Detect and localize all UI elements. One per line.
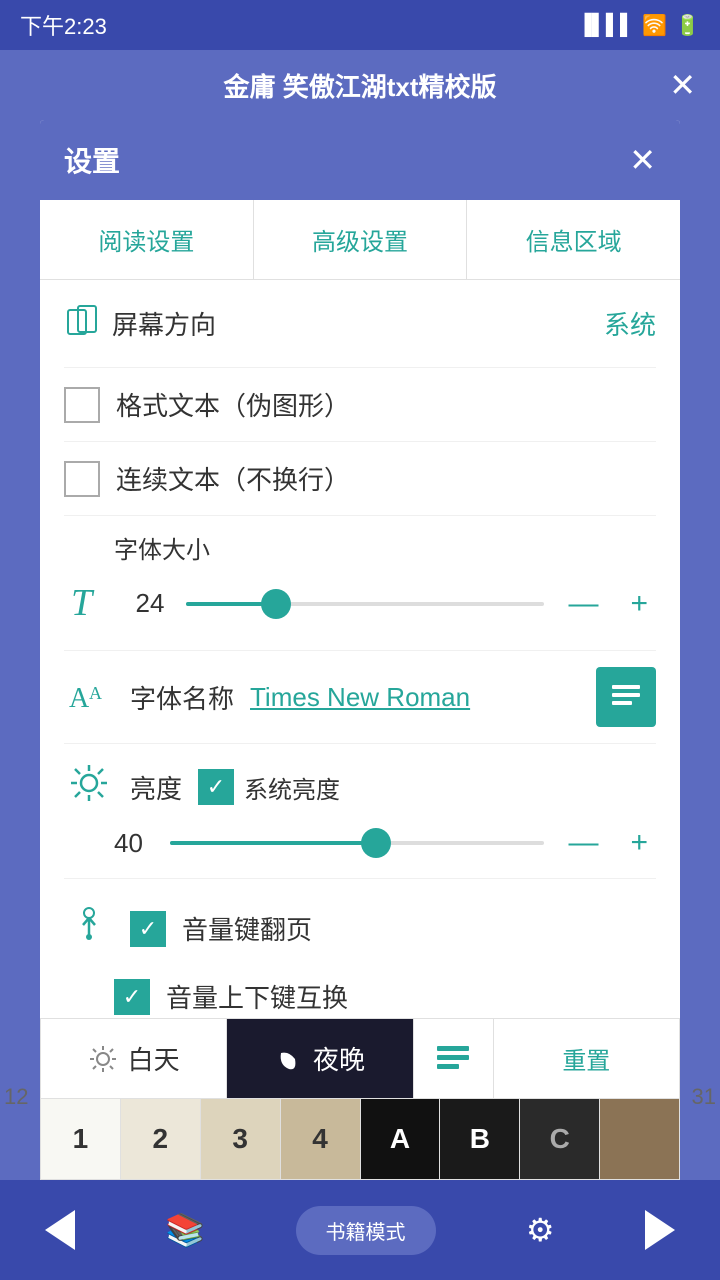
swatch-4[interactable]: 4: [281, 1099, 361, 1179]
font-name-icon: A A: [64, 671, 114, 724]
font-size-section-label: 字体大小: [64, 530, 656, 573]
svg-text:A: A: [89, 683, 102, 703]
next-arrow-icon: [645, 1210, 675, 1250]
svg-text:T: T: [71, 582, 95, 619]
nav-prev-button[interactable]: [45, 1210, 75, 1250]
day-label: 白天: [128, 1040, 180, 1077]
swatch-c[interactable]: C: [520, 1099, 600, 1179]
nav-settings-button[interactable]: ⚙: [526, 1211, 555, 1249]
night-mode-button[interactable]: 夜晚: [227, 1019, 413, 1098]
volume-section: 音量键翻页 音量上下键互换: [64, 879, 656, 1040]
brightness-row: 40 — +: [64, 820, 656, 878]
bookshelf-icon: 📚: [165, 1211, 205, 1249]
brightness-checkbox-group: 系统亮度: [198, 769, 340, 805]
screen-orientation-row: 屏幕方向 系统: [64, 280, 656, 368]
font-list-button[interactable]: [596, 667, 656, 727]
settings-content: 屏幕方向 系统 格式文本（伪图形） 连续文本（不换行） 字体大小 T 24: [40, 280, 680, 1113]
brightness-header: 亮度 系统亮度: [64, 744, 656, 820]
swatch-b[interactable]: B: [440, 1099, 520, 1179]
title-close-button[interactable]: ✕: [669, 66, 696, 104]
panel-title: 设置: [64, 140, 120, 180]
system-brightness-label: 系统亮度: [244, 770, 340, 805]
font-name-label: 字体名称: [130, 679, 234, 716]
tab-advanced[interactable]: 高级设置: [254, 200, 468, 279]
brightness-decrease-button[interactable]: —: [560, 826, 606, 860]
font-name-row: A A 字体名称 Times New Roman: [64, 651, 656, 744]
font-size-value: 24: [130, 588, 170, 619]
tab-info[interactable]: 信息区域: [467, 200, 680, 279]
font-size-slider[interactable]: [186, 600, 544, 608]
nav-bookshelf-button[interactable]: 📚: [165, 1211, 205, 1249]
swatch-1[interactable]: 1: [41, 1099, 121, 1179]
format-text-label: 格式文本（伪图形）: [116, 386, 350, 423]
page-number-right: 31: [692, 1084, 716, 1110]
night-label: 夜晚: [313, 1040, 365, 1077]
wifi-icon: 🛜: [642, 13, 667, 38]
swatch-a[interactable]: A: [361, 1099, 441, 1179]
brightness-section: 亮度 系统亮度 40 — +: [64, 744, 656, 879]
swatch-d[interactable]: [600, 1099, 679, 1179]
font-size-icon: T: [64, 579, 114, 628]
brightness-icon: [64, 762, 114, 812]
continuous-text-row: 连续文本（不换行）: [64, 442, 656, 516]
battery-icon: 🔋: [675, 13, 700, 38]
settings-icon: ⚙: [526, 1211, 555, 1249]
reset-label: 重置: [562, 1041, 610, 1076]
volume-flip-row: 音量键翻页: [64, 891, 656, 966]
format-text-row: 格式文本（伪图形）: [64, 368, 656, 442]
font-size-decrease-button[interactable]: —: [560, 587, 606, 621]
book-mode-label: 书籍模式: [326, 1216, 406, 1245]
swatch-3[interactable]: 3: [201, 1099, 281, 1179]
tabs-row: 阅读设置 高级设置 信息区域: [40, 200, 680, 280]
volume-icon: [64, 903, 114, 954]
font-name-value[interactable]: Times New Roman: [250, 682, 580, 713]
page-number-left: 12: [4, 1084, 28, 1110]
brightness-increase-button[interactable]: +: [622, 826, 656, 860]
brightness-value: 40: [114, 828, 154, 859]
volume-flip-label: 音量键翻页: [182, 910, 312, 947]
screen-orientation-label: 屏幕方向: [112, 305, 604, 342]
screen-orientation-icon: [64, 302, 112, 345]
nav-book-mode-button[interactable]: 书籍模式: [296, 1206, 436, 1255]
volume-swap-label: 音量上下键互换: [166, 978, 348, 1015]
prev-arrow-icon: [45, 1210, 75, 1250]
status-icons: ▐▌▌▌ 🛜 🔋: [578, 13, 701, 38]
continuous-text-checkbox[interactable]: [64, 461, 100, 497]
font-size-section: 字体大小 T 24 — +: [64, 516, 656, 651]
day-mode-button[interactable]: 白天: [41, 1019, 227, 1098]
volume-swap-checkbox[interactable]: [114, 979, 150, 1015]
nav-next-button[interactable]: [645, 1210, 675, 1250]
swatch-2[interactable]: 2: [121, 1099, 201, 1179]
panel-header: 设置 ✕: [40, 120, 680, 200]
status-bar: 下午2:23 ▐▌▌▌ 🛜 🔋: [0, 0, 720, 50]
volume-flip-checkbox[interactable]: [130, 911, 166, 947]
font-size-increase-button[interactable]: +: [622, 587, 656, 621]
system-brightness-checkbox[interactable]: [198, 769, 234, 805]
brightness-label: 亮度: [130, 769, 182, 806]
reset-button[interactable]: 重置: [494, 1019, 679, 1098]
bottom-toolbar: 白天 夜晚 重置 1 2 3: [40, 1018, 680, 1180]
format-text-checkbox[interactable]: [64, 387, 100, 423]
theme-list-button[interactable]: [414, 1019, 494, 1098]
app-title: 金庸 笑傲江湖txt精校版: [223, 67, 496, 104]
bottom-nav: 📚 书籍模式 ⚙: [0, 1180, 720, 1280]
panel-close-button[interactable]: ✕: [629, 141, 656, 179]
tab-read[interactable]: 阅读设置: [40, 200, 254, 279]
svg-text:A: A: [69, 683, 90, 714]
title-bar: 金庸 笑傲江湖txt精校版 ✕: [0, 50, 720, 120]
brightness-slider[interactable]: [170, 839, 544, 847]
continuous-text-label: 连续文本（不换行）: [116, 460, 350, 497]
toolbar-mode-row: 白天 夜晚 重置: [40, 1018, 680, 1098]
font-size-row: T 24 — +: [64, 573, 656, 642]
status-time: 下午2:23: [20, 9, 107, 41]
settings-panel: 设置 ✕ 阅读设置 高级设置 信息区域 屏幕方向 系统: [40, 120, 680, 1113]
signal-icon: ▐▌▌▌: [578, 14, 635, 37]
swatches-row: 1 2 3 4 A B C: [40, 1098, 680, 1180]
screen-orientation-value[interactable]: 系统: [604, 305, 656, 342]
